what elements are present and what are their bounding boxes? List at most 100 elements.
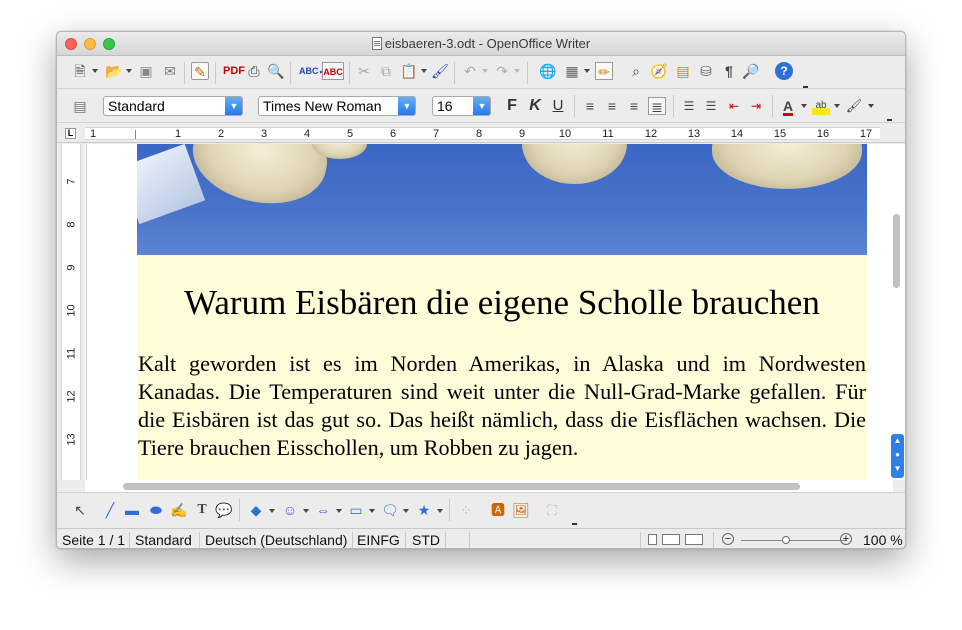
chevron-down-icon[interactable]: [126, 69, 132, 73]
navigation-icon[interactable]: ●: [891, 448, 904, 462]
toolbar-overflow-icon[interactable]: [803, 86, 808, 88]
spellcheck-icon[interactable]: ABC✓: [299, 62, 326, 80]
highlight-icon[interactable]: ab: [812, 97, 830, 115]
next-page-icon[interactable]: ▼: [891, 462, 904, 476]
rectangle-icon[interactable]: ▬: [123, 501, 141, 519]
chevron-down-icon[interactable]: [514, 69, 520, 73]
select-arrow-icon[interactable]: ↖: [71, 501, 89, 519]
datasources-icon[interactable]: ⛁: [697, 62, 715, 80]
help-icon[interactable]: ?: [775, 62, 793, 80]
toolbar-overflow-icon[interactable]: [887, 119, 892, 121]
document-heading[interactable]: Warum Eisbären die eigene Scholle brauch…: [137, 283, 867, 323]
vertical-scroll-thumb[interactable]: [893, 214, 900, 288]
print-preview-icon[interactable]: 🔍: [267, 62, 285, 80]
chevron-down-icon[interactable]: [269, 509, 275, 513]
selection-mode[interactable]: STD: [412, 532, 440, 548]
chevron-down-icon[interactable]: [437, 509, 443, 513]
text-frame[interactable]: Warum Eisbären die eigene Scholle brauch…: [137, 255, 867, 480]
chevron-down-icon[interactable]: [801, 104, 807, 108]
autospell-icon[interactable]: ABC: [322, 62, 344, 80]
undo-icon[interactable]: ↶: [461, 62, 479, 80]
cut-icon[interactable]: ✂: [355, 62, 373, 80]
horizontal-scrollbar[interactable]: [85, 480, 893, 492]
tab-type-selector[interactable]: L: [65, 128, 76, 139]
zoom-magnifier-icon[interactable]: 🔎: [742, 62, 760, 80]
zoom-slider[interactable]: [741, 540, 847, 541]
chevron-down-icon[interactable]: [369, 509, 375, 513]
indent-marker[interactable]: [135, 130, 136, 139]
chevron-down-icon[interactable]: [421, 69, 427, 73]
chevron-down-icon[interactable]: [482, 69, 488, 73]
bullets-icon[interactable]: ☰: [702, 97, 720, 115]
font-size-select[interactable]: 16 ▼: [432, 96, 491, 116]
open-folder-icon[interactable]: 📂: [105, 62, 123, 80]
block-arrows-icon[interactable]: ⇔: [314, 501, 332, 519]
single-page-view-icon[interactable]: [648, 534, 657, 545]
chevron-down-icon[interactable]: [868, 104, 874, 108]
italic-button[interactable]: K: [526, 97, 544, 115]
zoom-level[interactable]: 100 %: [863, 532, 903, 548]
paragraph-style-select[interactable]: Standard ▼: [103, 96, 243, 116]
formatting-marks-icon[interactable]: ¶: [720, 62, 738, 80]
fontwork-gallery-icon[interactable]: 🅰: [489, 501, 507, 519]
ellipse-icon[interactable]: ⬬: [147, 501, 165, 519]
callout-icon[interactable]: 💬: [215, 501, 233, 519]
underline-button[interactable]: U: [549, 97, 567, 115]
points-icon[interactable]: ⁘: [457, 501, 475, 519]
copy-icon[interactable]: ⧉: [377, 62, 395, 80]
horizontal-ruler[interactable]: L 1 1 2 3 4 5 6 7 8 9 10 11 12 13 14 15 …: [57, 124, 905, 143]
flowchart-icon[interactable]: ▭: [347, 501, 365, 519]
book-view-icon[interactable]: [685, 534, 703, 545]
numbering-icon[interactable]: ☰: [680, 97, 698, 115]
chevron-down-icon[interactable]: [92, 69, 98, 73]
stars-icon[interactable]: ★: [415, 501, 433, 519]
align-right-icon[interactable]: ≡: [625, 97, 643, 115]
symbol-shapes-icon[interactable]: ☺: [281, 501, 299, 519]
font-name-select[interactable]: Times New Roman ▼: [258, 96, 416, 116]
basic-shapes-icon[interactable]: ◆: [247, 501, 265, 519]
background-color-icon[interactable]: 🖌: [845, 97, 863, 115]
chevron-down-icon[interactable]: [834, 104, 840, 108]
zoom-slider-knob[interactable]: [782, 536, 790, 544]
line-icon[interactable]: ╱: [101, 501, 119, 519]
align-justify-icon[interactable]: ≣: [648, 97, 666, 115]
save-icon[interactable]: ▣: [137, 62, 155, 80]
decrease-indent-icon[interactable]: ⇤: [725, 97, 743, 115]
from-file-icon[interactable]: 🖼: [512, 501, 530, 519]
table-icon[interactable]: ▦: [563, 62, 581, 80]
redo-icon[interactable]: ↷: [493, 62, 511, 80]
edit-mode-icon[interactable]: ✎: [191, 62, 209, 80]
navigator-compass-icon[interactable]: 🧭: [650, 62, 668, 80]
horizontal-scroll-thumb[interactable]: [123, 483, 800, 490]
page-navigation-buttons[interactable]: ▲ ● ▼: [891, 434, 904, 478]
find-binoculars-icon[interactable]: ⌕: [627, 62, 645, 80]
chevron-down-icon[interactable]: [403, 509, 409, 513]
insert-mode[interactable]: EINFG: [357, 532, 400, 548]
vertical-scrollbar[interactable]: ▲ ● ▼: [888, 144, 905, 480]
chevron-down-icon[interactable]: [336, 509, 342, 513]
freeform-icon[interactable]: ✍: [170, 501, 188, 519]
paste-icon[interactable]: 📋: [400, 62, 418, 80]
callouts-icon[interactable]: 🗨: [381, 501, 399, 519]
align-center-icon[interactable]: ≡: [603, 97, 621, 115]
text-tool-icon[interactable]: T: [193, 501, 211, 519]
navigator-globe-icon[interactable]: 🌐: [539, 62, 557, 80]
multi-page-view-icon[interactable]: [662, 534, 680, 545]
chevron-down-icon[interactable]: [303, 509, 309, 513]
gallery-icon[interactable]: ▤: [674, 62, 692, 80]
chevron-down-icon[interactable]: [584, 69, 590, 73]
chevron-down-icon[interactable]: ▼: [473, 97, 490, 115]
page-indicator[interactable]: Seite 1 / 1: [62, 532, 125, 548]
styles-formatting-icon[interactable]: ▤: [71, 97, 89, 115]
print-icon[interactable]: ⎙: [245, 62, 263, 80]
toolbar-overflow-icon[interactable]: [572, 523, 577, 525]
previous-page-icon[interactable]: ▲: [891, 434, 904, 448]
format-paintbrush-icon[interactable]: 🖌: [431, 62, 449, 80]
extrusion-icon[interactable]: ⛶: [543, 501, 561, 519]
chevron-down-icon[interactable]: ▼: [225, 97, 242, 115]
chevron-down-icon[interactable]: ▼: [398, 97, 415, 115]
align-left-icon[interactable]: ≡: [581, 97, 599, 115]
export-pdf-icon[interactable]: PDF: [223, 62, 245, 80]
page[interactable]: Warum Eisbären die eigene Scholle brauch…: [86, 144, 867, 480]
document-paragraph[interactable]: Kalt geworden ist es im Norden Amerikas,…: [138, 350, 866, 462]
